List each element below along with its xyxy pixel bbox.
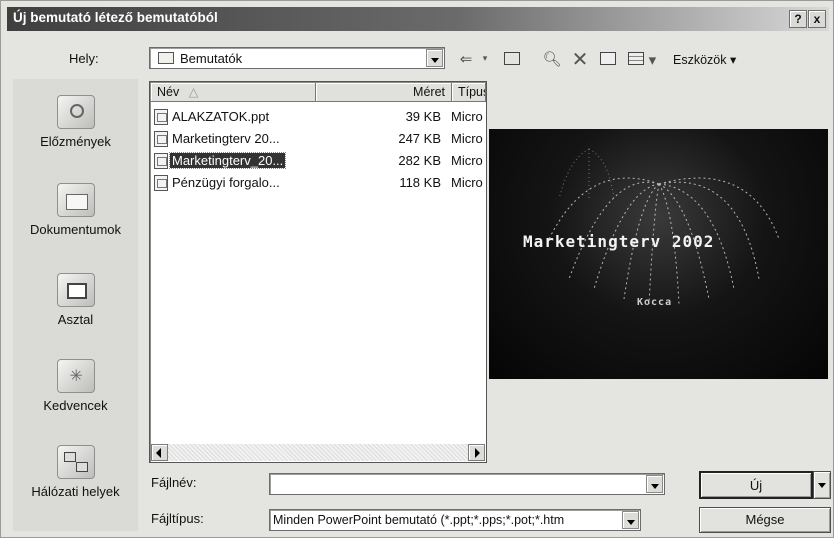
search-web-icon[interactable]: 🔍︎	[541, 49, 563, 69]
place-history[interactable]: Előzmények	[13, 95, 138, 149]
location-combo[interactable]: Bemutatók	[149, 47, 445, 69]
place-label: Asztal	[57, 312, 94, 327]
history-icon	[56, 95, 95, 129]
new-button-dropdown[interactable]	[813, 471, 831, 499]
place-label: Dokumentumok	[29, 222, 122, 237]
place-label: Kedvencek	[43, 398, 108, 413]
file-size: 282 KB	[398, 153, 441, 168]
tools-menu-label: Eszközök	[673, 53, 727, 67]
back-icon[interactable]: ⇐	[455, 49, 477, 69]
new-folder-icon[interactable]	[597, 49, 619, 69]
place-network[interactable]: Hálózati helyek	[13, 445, 138, 499]
folder-icon	[158, 52, 174, 64]
place-label: Hálózati helyek	[31, 484, 120, 499]
file-type: Micro	[451, 109, 483, 124]
documents-icon	[56, 183, 95, 217]
horizontal-scrollbar[interactable]	[151, 444, 485, 461]
presentation-file-icon	[154, 109, 168, 125]
file-list[interactable]: Név △ Méret Típus ALAKZATOK.ppt 39 KB Mi…	[149, 81, 487, 463]
file-size: 247 KB	[398, 131, 441, 146]
column-header-size[interactable]: Méret	[316, 83, 452, 102]
help-button[interactable]: ?	[789, 10, 807, 28]
cancel-button[interactable]: Mégse	[699, 507, 831, 533]
column-header-size-label: Méret	[413, 85, 445, 99]
column-header-name[interactable]: Név △	[151, 83, 316, 102]
column-header-type[interactable]: Típus	[452, 83, 486, 102]
fireworks-image	[548, 148, 780, 305]
chevron-down-icon	[818, 483, 826, 488]
location-value: Bemutatók	[180, 51, 243, 66]
file-row-selected[interactable]: Marketingterv_20... 282 KB Micro	[152, 151, 486, 171]
place-label: Előzmények	[40, 134, 111, 149]
place-favorites[interactable]: ✳ Kedvencek	[13, 359, 138, 413]
filetype-label: Fájltípus:	[151, 511, 204, 526]
preview-title: Marketingterv 2002	[523, 232, 715, 251]
file-name: Marketingterv_20...	[168, 152, 287, 169]
file-name: Pénzügyi forgalo...	[172, 175, 280, 190]
new-button-label: Új	[749, 478, 763, 493]
places-bar: Előzmények Dokumentumok Asztal ✳ Kedvenc…	[13, 79, 138, 531]
close-button[interactable]: x	[808, 10, 826, 28]
network-places-icon	[56, 445, 95, 479]
column-header-name-label: Név	[157, 85, 180, 99]
title-bar: Új bemutató létező bemutatóból ? x	[7, 7, 829, 31]
presentation-file-icon	[154, 153, 168, 169]
filename-label: Fájlnév:	[151, 475, 197, 490]
place-desktop[interactable]: Asztal	[13, 273, 138, 327]
filetype-select[interactable]: Minden PowerPoint bemutató (*.ppt;*.pps;…	[269, 509, 641, 531]
place-documents[interactable]: Dokumentumok	[13, 183, 138, 237]
new-button[interactable]: Új	[699, 471, 813, 499]
preview-subtitle: Kocca	[637, 297, 673, 308]
file-type: Micro	[451, 131, 483, 146]
file-row[interactable]: Marketingterv 20... 247 KB Micro	[152, 129, 486, 149]
back-dropdown-icon[interactable]: ▾	[479, 49, 491, 69]
tools-menu[interactable]: Eszközök ▾	[673, 52, 736, 67]
file-row[interactable]: Pénzügyi forgalo... 118 KB Micro	[152, 173, 486, 193]
filename-dropdown-arrow[interactable]	[646, 475, 663, 493]
column-header-type-label: Típus	[458, 85, 485, 99]
filetype-value: Minden PowerPoint bemutató (*.ppt;*.pps;…	[273, 513, 565, 527]
presentation-file-icon	[154, 131, 168, 147]
sort-arrow-icon: △	[188, 85, 199, 99]
file-name: Marketingterv 20...	[172, 131, 280, 146]
file-size: 39 KB	[405, 109, 441, 124]
delete-icon[interactable]: ✕	[569, 49, 591, 69]
views-icon[interactable]: ▾	[625, 49, 659, 69]
scroll-left-button[interactable]	[151, 444, 168, 461]
presentation-file-icon	[154, 175, 168, 191]
file-size: 118 KB	[399, 175, 441, 190]
dialog-title: Új bemutató létező bemutatóból	[13, 10, 218, 25]
cancel-button-label: Mégse	[745, 512, 785, 527]
location-dropdown-arrow[interactable]	[426, 49, 443, 67]
desktop-icon	[56, 273, 95, 307]
preview-pane: Marketingterv 2002 Kocca	[489, 129, 828, 379]
up-folder-icon[interactable]	[501, 49, 523, 69]
new-from-existing-dialog: Új bemutató létező bemutatóból ? x Hely:…	[0, 0, 834, 538]
scroll-right-button[interactable]	[468, 444, 485, 461]
location-label: Hely:	[69, 51, 99, 66]
file-name: ALAKZATOK.ppt	[172, 109, 270, 124]
favorites-icon: ✳	[56, 359, 95, 393]
file-type: Micro	[451, 153, 483, 168]
file-row[interactable]: ALAKZATOK.ppt 39 KB Micro	[152, 107, 486, 127]
filename-input[interactable]	[269, 473, 665, 495]
filetype-dropdown-arrow[interactable]	[622, 511, 639, 529]
file-type: Micro	[451, 175, 483, 190]
